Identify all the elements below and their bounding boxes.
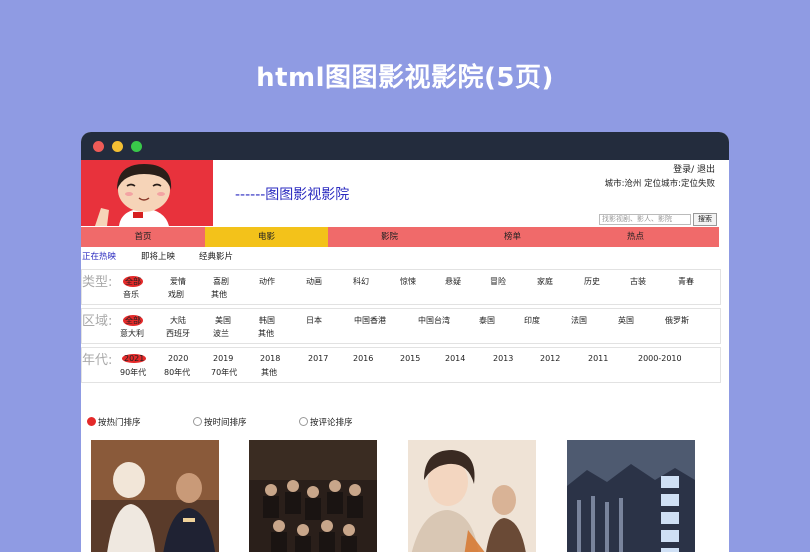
year-filter: 年代: 2021 2020 2019 2018 2017 2016 2015 2… (81, 347, 721, 383)
tab-classic[interactable]: 经典影片 (199, 250, 233, 262)
site-logo[interactable] (81, 160, 213, 226)
type-option[interactable]: 喜剧 (213, 276, 229, 287)
window-titlebar (81, 132, 729, 160)
radio-icon (193, 417, 202, 426)
minimize-window-button[interactable] (112, 141, 123, 152)
region-option[interactable]: 中国台湾 (418, 315, 450, 326)
year-option[interactable]: 2014 (445, 354, 465, 363)
type-option[interactable]: 古装 (630, 276, 646, 287)
movie-poster-image (91, 440, 219, 552)
year-option[interactable]: 2020 (168, 354, 188, 363)
year-option[interactable]: 70年代 (211, 367, 237, 378)
type-option[interactable]: 科幻 (353, 276, 369, 287)
movie-poster[interactable] (249, 440, 377, 552)
region-option[interactable]: 美国 (215, 315, 231, 326)
search-button[interactable]: 搜索 (693, 213, 717, 226)
movie-poster-image (408, 440, 536, 552)
type-option[interactable]: 爱情 (170, 276, 186, 287)
movie-poster-image (567, 440, 695, 552)
type-option[interactable]: 冒险 (490, 276, 506, 287)
site-name: ------图图影视影院 (235, 187, 350, 203)
type-option[interactable]: 惊悚 (400, 276, 416, 287)
radio-icon (87, 417, 96, 426)
movie-poster-image (249, 440, 377, 552)
city-location: 城市:沧州 定位城市:定位失败 (604, 179, 715, 189)
auth-links: 登录/ 退出 (673, 162, 715, 175)
region-option[interactable]: 法国 (571, 315, 587, 326)
movie-poster[interactable] (567, 440, 695, 552)
region-option[interactable]: 其他 (258, 328, 274, 339)
year-option[interactable]: 2018 (260, 354, 280, 363)
search-input[interactable]: 找影视剧、影人、影院 (599, 214, 691, 225)
year-option[interactable]: 2012 (540, 354, 560, 363)
nav-item-rankings[interactable]: 榜单 (451, 227, 574, 247)
year-option[interactable]: 2021 (122, 354, 147, 363)
region-option[interactable]: 大陆 (170, 315, 186, 326)
year-option[interactable]: 2017 (308, 354, 328, 363)
region-option[interactable]: 意大利 (120, 328, 144, 339)
type-filter: 类型: 全部 爱情 喜剧 动作 动画 科幻 惊悚 悬疑 冒险 家庭 历史 古装 … (81, 269, 721, 305)
year-option[interactable]: 2019 (213, 354, 233, 363)
year-option[interactable]: 90年代 (120, 367, 146, 378)
region-option[interactable]: 日本 (306, 315, 322, 326)
type-option[interactable]: 动画 (306, 276, 322, 287)
browser-window: ------图图影视影院 登录/ 退出 城市:沧州 定位城市:定位失败 找影视剧… (81, 132, 729, 552)
movie-poster[interactable] (91, 440, 219, 552)
type-option[interactable]: 历史 (584, 276, 600, 287)
region-option[interactable]: 全部 (123, 315, 143, 326)
sort-by-comments[interactable]: 按评论排序 (299, 416, 353, 428)
region-filter-label: 区域: (82, 314, 113, 329)
logout-link[interactable]: / 退出 (691, 165, 715, 175)
region-option[interactable]: 西班牙 (166, 328, 190, 339)
year-option[interactable]: 其他 (261, 367, 277, 378)
main-nav: 首页 电影 影院 榜单 热点 (81, 227, 719, 247)
type-option[interactable]: 悬疑 (445, 276, 461, 287)
year-option[interactable]: 2011 (588, 354, 608, 363)
region-option[interactable]: 泰国 (479, 315, 495, 326)
year-option[interactable]: 2013 (493, 354, 513, 363)
sort-by-time[interactable]: 按时间排序 (193, 416, 247, 428)
nav-item-cinemas[interactable]: 影院 (328, 227, 451, 247)
type-option[interactable]: 动作 (259, 276, 275, 287)
region-option[interactable]: 韩国 (259, 315, 275, 326)
type-option[interactable]: 音乐 (123, 289, 139, 300)
region-option[interactable]: 俄罗斯 (665, 315, 689, 326)
sort-label: 按评论排序 (310, 418, 353, 428)
radio-icon (299, 417, 308, 426)
tab-coming-soon[interactable]: 即将上映 (141, 250, 175, 262)
close-window-button[interactable] (93, 141, 104, 152)
sort-label: 按热门排序 (98, 418, 141, 428)
login-link[interactable]: 登录 (673, 165, 691, 175)
nav-item-movies[interactable]: 电影 (205, 227, 328, 247)
type-option[interactable]: 青春 (678, 276, 694, 287)
cartoon-boy-logo-image (81, 160, 213, 226)
region-option[interactable]: 波兰 (213, 328, 229, 339)
region-option[interactable]: 英国 (618, 315, 634, 326)
page-title: html图图影视影院(5页) (256, 63, 554, 93)
type-filter-label: 类型: (82, 275, 113, 290)
page-content: ------图图影视影院 登录/ 退出 城市:沧州 定位城市:定位失败 找影视剧… (81, 160, 729, 552)
type-option[interactable]: 全部 (123, 276, 143, 287)
year-option[interactable]: 80年代 (164, 367, 190, 378)
tab-now-showing[interactable]: 正在热映 (82, 250, 116, 262)
type-option[interactable]: 戏剧 (168, 289, 184, 300)
year-option[interactable]: 2000-2010 (638, 354, 682, 363)
year-option[interactable]: 2016 (353, 354, 373, 363)
type-option[interactable]: 其他 (211, 289, 227, 300)
sort-by-hot[interactable]: 按热门排序 (87, 416, 141, 428)
year-filter-label: 年代: (82, 353, 113, 368)
movie-poster[interactable] (408, 440, 536, 552)
type-option[interactable]: 家庭 (537, 276, 553, 287)
maximize-window-button[interactable] (131, 141, 142, 152)
sort-label: 按时间排序 (204, 418, 247, 428)
region-option[interactable]: 印度 (524, 315, 540, 326)
region-option[interactable]: 中国香港 (354, 315, 386, 326)
nav-item-home[interactable]: 首页 (81, 227, 205, 247)
nav-item-hot[interactable]: 热点 (574, 227, 697, 247)
region-filter: 区域: 全部 大陆 美国 韩国 日本 中国香港 中国台湾 泰国 印度 法国 英国… (81, 308, 721, 344)
year-option[interactable]: 2015 (400, 354, 420, 363)
